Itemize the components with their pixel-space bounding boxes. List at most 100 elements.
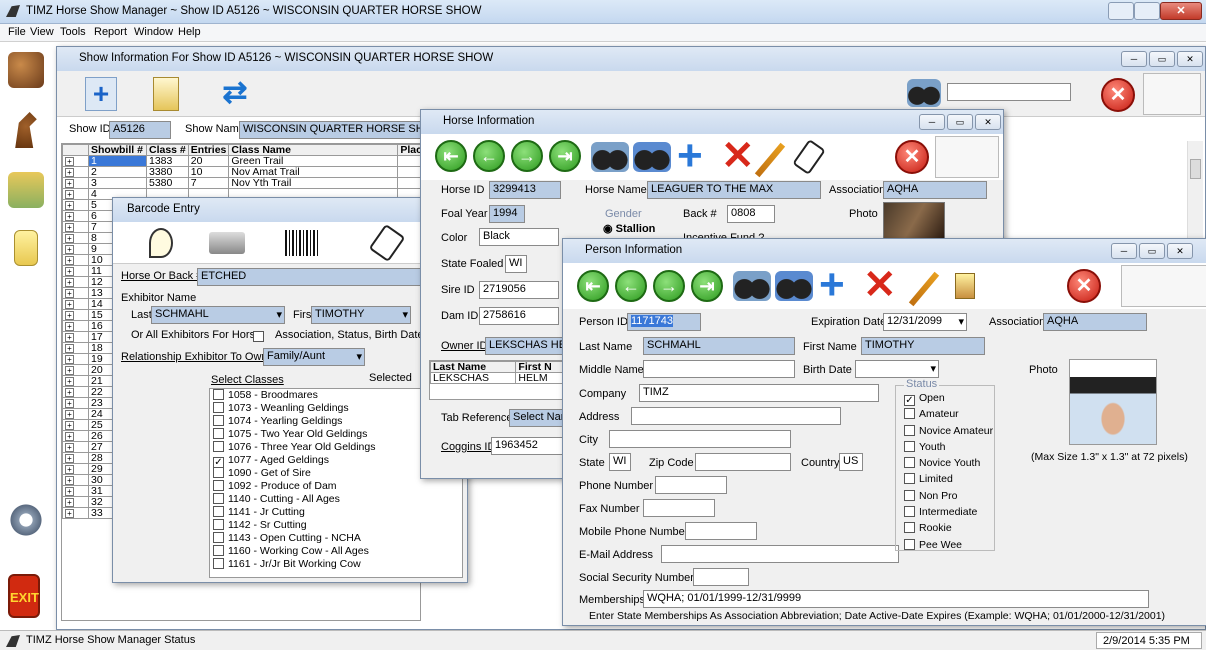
last-name-select[interactable]: SCHMAHL ▾	[151, 306, 285, 324]
refresh-icon[interactable]: ⇄	[217, 77, 253, 111]
chevron-down-icon[interactable]: ▾	[276, 308, 282, 321]
show-max-button[interactable]: ▭	[1149, 51, 1175, 67]
add-record-icon[interactable]: +	[819, 263, 845, 307]
settings-gear-icon[interactable]	[8, 502, 44, 538]
close-button[interactable]: ✕	[1160, 2, 1202, 20]
next-record-icon[interactable]: →	[511, 140, 543, 172]
expand-icon[interactable]: +	[65, 388, 74, 397]
expand-icon[interactable]: +	[65, 421, 74, 430]
edit-pencil-icon[interactable]	[908, 271, 940, 307]
binoculars-filter-icon[interactable]	[775, 271, 813, 301]
list-item[interactable]: 1140 - Cutting - All Ages	[210, 493, 462, 506]
first-name-select[interactable]: TIMOTHY ▾	[311, 306, 411, 324]
class-checkbox[interactable]	[213, 532, 224, 543]
class-checkbox[interactable]	[213, 415, 224, 426]
gender-stallion-radio[interactable]: ◉ Stallion	[603, 222, 655, 235]
table-cell[interactable]: Green Trail	[228, 155, 399, 167]
expand-icon[interactable]: +	[65, 399, 74, 408]
person-max-button[interactable]: ▭	[1139, 243, 1165, 259]
memberships-field[interactable]: WQHA; 01/01/1999-12/31/9999	[643, 590, 1149, 608]
menu-report[interactable]: Report	[94, 26, 127, 38]
expand-icon[interactable]: +	[65, 289, 74, 298]
expand-icon[interactable]: +	[65, 443, 74, 452]
show-close-button[interactable]: ✕	[1177, 51, 1203, 67]
document-icon[interactable]	[14, 230, 38, 266]
expand-icon[interactable]: +	[65, 377, 74, 386]
status-checkbox[interactable]	[904, 473, 915, 485]
class-checkbox[interactable]	[213, 389, 224, 400]
expand-icon[interactable]: +	[65, 311, 74, 320]
expand-icon[interactable]: +	[65, 212, 74, 221]
minimize-button[interactable]	[1108, 2, 1134, 20]
printer-icon[interactable]	[209, 232, 245, 254]
table-cell[interactable]: 5380	[146, 177, 189, 189]
expand-icon[interactable]: +	[65, 201, 74, 210]
people-icon[interactable]	[8, 52, 44, 88]
expand-icon[interactable]: +	[65, 476, 74, 485]
expand-icon[interactable]: +	[65, 168, 74, 177]
state-field[interactable]: WI	[609, 453, 631, 471]
expand-icon[interactable]: +	[65, 223, 74, 232]
expand-icon[interactable]: +	[65, 498, 74, 507]
status-option[interactable]: Novice Amateur	[904, 424, 993, 441]
search-input[interactable]	[947, 83, 1071, 101]
expand-icon[interactable]: +	[65, 245, 74, 254]
first-record-icon[interactable]: ⇤	[577, 270, 609, 302]
company-field[interactable]: TIMZ	[639, 384, 879, 402]
ssn-field[interactable]	[693, 568, 749, 586]
class-checkbox[interactable]	[213, 467, 224, 478]
table-row[interactable]: +2 3380 10 Nov Amat Trail	[62, 166, 420, 178]
status-checkbox[interactable]	[904, 522, 915, 534]
all-exhibitors-checkbox[interactable]	[253, 331, 264, 342]
back-field[interactable]: 0808	[727, 205, 775, 223]
person-id-field[interactable]: 1171743	[627, 313, 701, 331]
binoculars-icon[interactable]	[591, 142, 629, 172]
horse-id-field[interactable]: 3299413	[489, 181, 561, 199]
horse-back-field[interactable]: ETCHED	[197, 268, 425, 286]
menu-tools[interactable]: Tools	[60, 26, 86, 38]
prev-record-icon[interactable]: ←	[473, 140, 505, 172]
add-icon[interactable]: +	[85, 77, 117, 111]
table-cell[interactable]	[397, 166, 420, 178]
delete-record-icon[interactable]: ✕	[863, 265, 897, 305]
exit-icon[interactable]: EXIT	[8, 574, 40, 618]
owner-last[interactable]: LEKSCHAS	[429, 372, 517, 384]
status-option[interactable]: Rookie	[904, 522, 993, 538]
birth-date-select[interactable]: ▾	[855, 360, 939, 378]
scroll-thumb[interactable]	[1190, 159, 1201, 179]
horse-max-button[interactable]: ▭	[947, 114, 973, 130]
horse-assoc-field[interactable]: AQHA	[883, 181, 987, 199]
status-option[interactable]: Pee Wee	[904, 538, 993, 555]
status-checkbox[interactable]	[904, 408, 915, 420]
table-cell[interactable]: 10	[187, 166, 230, 178]
relationship-select[interactable]: Family/Aunt ▾	[263, 348, 365, 366]
person-min-button[interactable]: ─	[1111, 243, 1137, 259]
expand-icon[interactable]: +	[65, 487, 74, 496]
list-item[interactable]: 1161 - Jr/Jr Bit Working Cow	[210, 558, 462, 571]
status-checkbox[interactable]	[904, 424, 915, 436]
horse-link-icon[interactable]	[955, 273, 975, 299]
menu-view[interactable]: View	[30, 26, 54, 38]
mobile-field[interactable]	[685, 522, 757, 540]
status-option[interactable]: Novice Youth	[904, 457, 993, 473]
table-cell[interactable]: 20	[187, 155, 230, 167]
close-person-icon[interactable]: ✕	[1067, 269, 1101, 303]
copy-icon[interactable]	[153, 77, 179, 111]
expand-icon[interactable]: +	[65, 234, 74, 243]
expand-icon[interactable]: +	[65, 256, 74, 265]
magnifier-icon[interactable]	[149, 228, 173, 258]
table-cell[interactable]: 7	[187, 177, 230, 189]
list-item[interactable]: 1141 - Jr Cutting	[210, 506, 462, 519]
first-record-icon[interactable]: ⇤	[435, 140, 467, 172]
last-record-icon[interactable]: ⇥	[549, 140, 581, 172]
class-checkbox[interactable]	[213, 441, 224, 452]
menu-window[interactable]: Window	[134, 26, 173, 38]
expand-icon[interactable]: +	[65, 278, 74, 287]
horse-icon[interactable]	[15, 112, 37, 148]
prev-record-icon[interactable]: ←	[615, 270, 647, 302]
fax-field[interactable]	[643, 499, 715, 517]
status-option[interactable]: Amateur	[904, 408, 993, 424]
table-cell[interactable]: 3	[88, 177, 147, 189]
expand-icon[interactable]: +	[65, 355, 74, 364]
edit-pencil-icon[interactable]	[754, 142, 786, 178]
